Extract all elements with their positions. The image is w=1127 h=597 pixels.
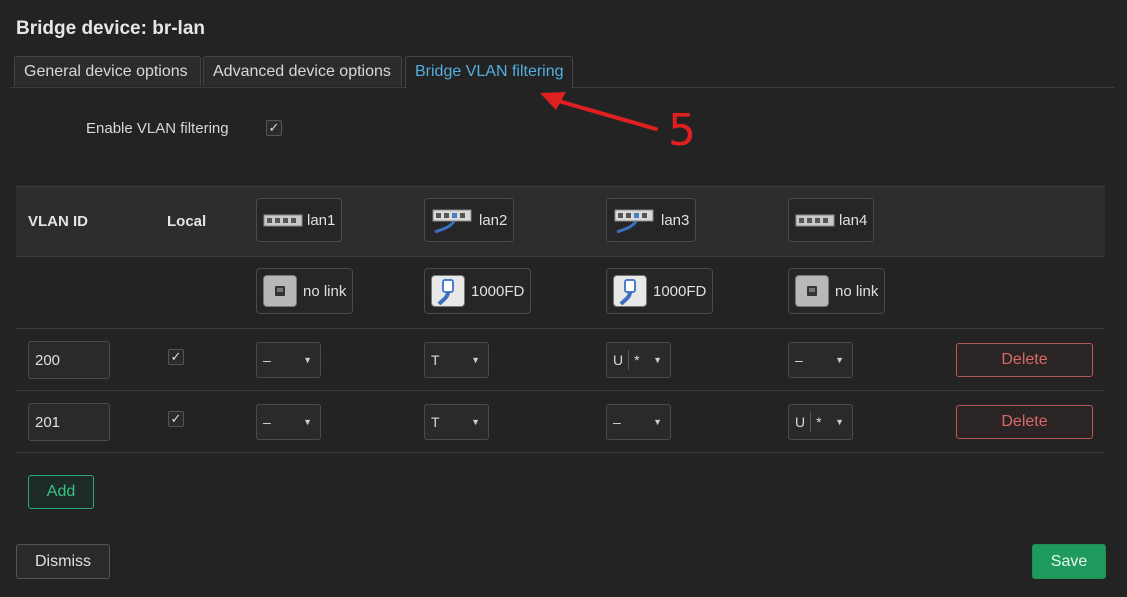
tab-bar: General device options Advanced device o…: [10, 56, 1114, 88]
port-header-lan4: lan4: [788, 198, 875, 242]
vlan-id-input[interactable]: [28, 341, 110, 379]
caret-down-icon: ▼: [303, 355, 312, 365]
link-status-text: 1000FD: [471, 282, 525, 300]
ethernet-port-connected-icon: [614, 209, 654, 234]
caret-down-icon: ▼: [653, 417, 662, 427]
vlan-membership-select-lan3[interactable]: U * ▼: [606, 342, 671, 378]
ethernet-port-icon: [263, 214, 303, 227]
delete-vlan-button[interactable]: Delete: [956, 405, 1093, 439]
delete-vlan-button[interactable]: Delete: [956, 343, 1093, 377]
annotation-step-number: 5: [668, 105, 696, 156]
vlan-membership-select-lan4[interactable]: U * ▼: [788, 404, 853, 440]
port-name: lan2: [479, 211, 508, 229]
column-header-local: Local: [167, 213, 207, 230]
caret-down-icon: ▼: [471, 355, 480, 365]
tab-bridge-vlan-filtering[interactable]: Bridge VLAN filtering: [405, 56, 573, 88]
caret-down-icon: ▼: [303, 417, 312, 427]
link-status-lan2: 1000FD: [424, 268, 532, 314]
link-status-text: no link: [835, 282, 879, 300]
rj45-no-link-icon: [263, 275, 297, 307]
annotation-arrow-icon: [540, 92, 658, 131]
caret-down-icon: ▼: [835, 417, 844, 427]
dismiss-button[interactable]: Dismiss: [16, 544, 110, 579]
page-title: Bridge device: br-lan: [16, 18, 205, 39]
port-name: lan1: [307, 211, 336, 229]
vlan-membership-select-lan2[interactable]: T ▼: [424, 404, 489, 440]
caret-down-icon: ▼: [653, 355, 662, 365]
column-header-vlan-id: VLAN ID: [28, 213, 88, 230]
vlan-membership-select-lan3[interactable]: – ▼: [606, 404, 671, 440]
caret-down-icon: ▼: [471, 417, 480, 427]
vlan-membership-select-lan2[interactable]: T ▼: [424, 342, 489, 378]
rj45-connected-icon: [431, 275, 465, 307]
link-status-lan3: 1000FD: [606, 268, 714, 314]
link-status-text: 1000FD: [653, 282, 707, 300]
link-status-text: no link: [303, 282, 347, 300]
add-vlan-button[interactable]: Add: [28, 475, 94, 509]
port-name: lan3: [661, 211, 690, 229]
local-checkbox[interactable]: ✓: [168, 411, 184, 427]
rj45-no-link-icon: [795, 275, 829, 307]
annotation-overlay: 5: [540, 92, 696, 156]
tab-general-device-options[interactable]: General device options: [14, 56, 201, 86]
port-header-lan1: lan1: [256, 198, 343, 242]
enable-vlan-filtering-label: Enable VLAN filtering: [86, 120, 229, 137]
ethernet-port-icon: [795, 214, 835, 227]
rj45-connected-icon: [613, 275, 647, 307]
vlan-membership-select-lan4[interactable]: – ▼: [788, 342, 853, 378]
port-header-lan2: lan2: [424, 198, 515, 242]
local-checkbox[interactable]: ✓: [168, 349, 184, 365]
tab-advanced-device-options[interactable]: Advanced device options: [203, 56, 402, 86]
vlan-id-input[interactable]: [28, 403, 110, 441]
vlan-membership-select-lan1[interactable]: – ▼: [256, 342, 321, 378]
vlan-membership-select-lan1[interactable]: – ▼: [256, 404, 321, 440]
save-button[interactable]: Save: [1032, 544, 1106, 579]
link-status-lan4: no link: [788, 268, 886, 314]
ethernet-port-connected-icon: [432, 209, 472, 234]
port-header-lan3: lan3: [606, 198, 697, 242]
link-status-lan1: no link: [256, 268, 354, 314]
enable-vlan-filtering-checkbox[interactable]: ✓: [266, 120, 282, 136]
caret-down-icon: ▼: [835, 355, 844, 365]
port-name: lan4: [839, 211, 868, 229]
